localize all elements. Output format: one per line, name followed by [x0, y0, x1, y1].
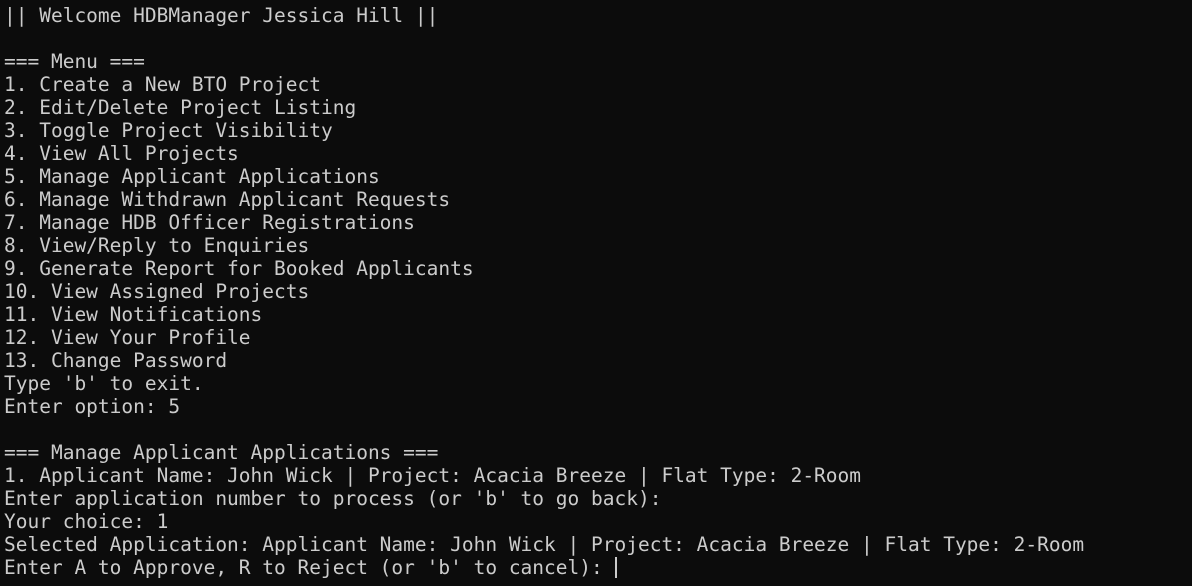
- menu-item-view-all-projects: 4. View All Projects: [4, 142, 239, 165]
- text-cursor[interactable]: [615, 557, 618, 578]
- process-prompt: Enter application number to process (or …: [4, 487, 662, 510]
- menu-item-toggle-visibility: 3. Toggle Project Visibility: [4, 119, 333, 142]
- menu-item-manage-officer-registrations: 7. Manage HDB Officer Registrations: [4, 211, 415, 234]
- action-prompt-line[interactable]: Enter A to Approve, R to Reject (or 'b' …: [4, 556, 1188, 579]
- menu-item-enquiries: 8. View/Reply to Enquiries: [4, 234, 310, 257]
- menu-item-profile: 12. View Your Profile: [4, 326, 251, 349]
- action-prompt: Enter A to Approve, R to Reject (or 'b' …: [4, 556, 615, 579]
- menu-header: === Menu ===: [4, 50, 145, 73]
- option-prompt: Enter option: 5: [4, 395, 181, 418]
- welcome-banner: || Welcome HDBManager Jessica Hill ||: [4, 4, 439, 27]
- menu-item-generate-report: 9. Generate Report for Booked Applicants: [4, 257, 474, 280]
- menu-item-change-password: 13. Change Password: [4, 349, 228, 372]
- menu-item-notifications: 11. View Notifications: [4, 303, 263, 326]
- menu-item-edit-delete-project: 2. Edit/Delete Project Listing: [4, 96, 357, 119]
- menu-item-create-project: 1. Create a New BTO Project: [4, 73, 321, 96]
- application-list-item: 1. Applicant Name: John Wick | Project: …: [4, 464, 862, 487]
- menu-item-assigned-projects: 10. View Assigned Projects: [4, 280, 310, 303]
- menu-item-manage-applications: 5. Manage Applicant Applications: [4, 165, 380, 188]
- section-header: === Manage Applicant Applications ===: [4, 441, 439, 464]
- terminal-window[interactable]: || Welcome HDBManager Jessica Hill || ==…: [0, 0, 1192, 586]
- choice-line: Your choice: 1: [4, 510, 169, 533]
- menu-item-manage-withdrawals: 6. Manage Withdrawn Applicant Requests: [4, 188, 451, 211]
- exit-hint: Type 'b' to exit.: [4, 372, 204, 395]
- selected-application: Selected Application: Applicant Name: Jo…: [4, 533, 1085, 556]
